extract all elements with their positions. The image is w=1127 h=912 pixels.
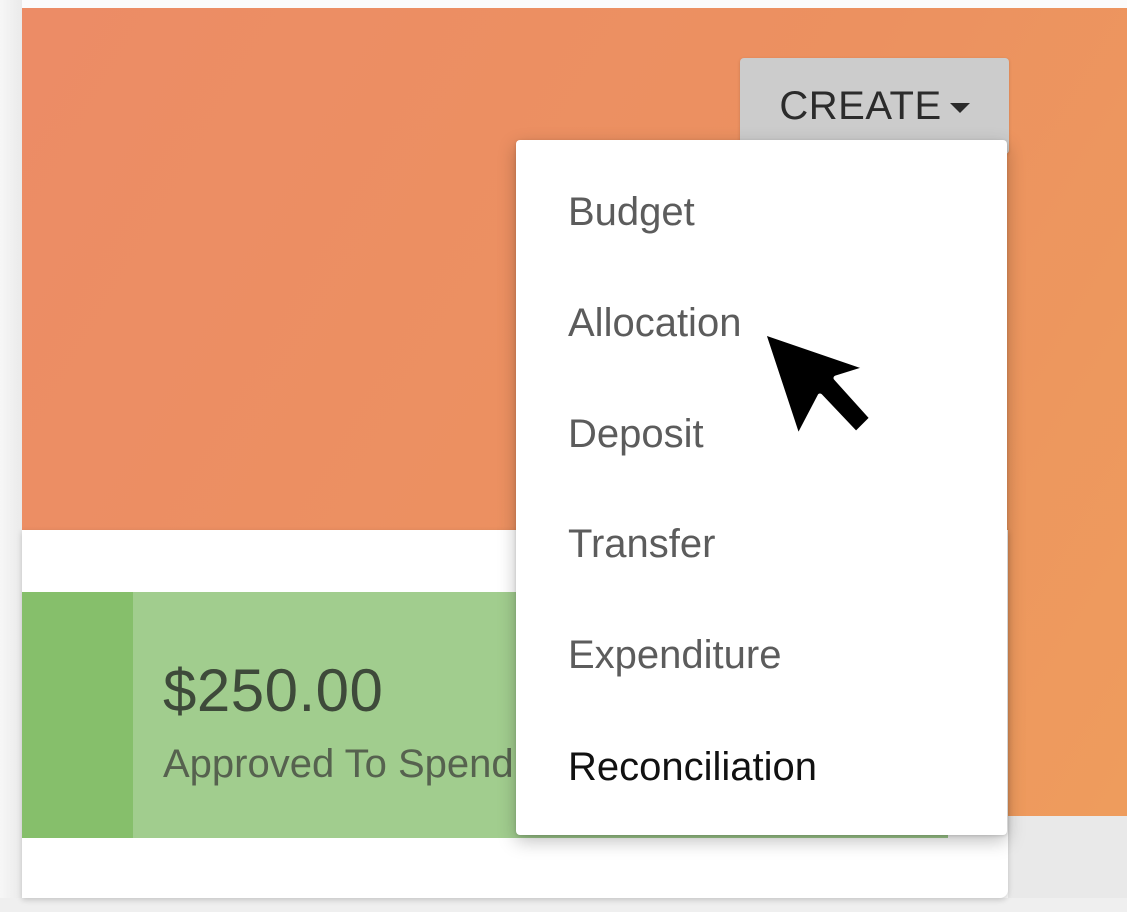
stat-accent-bar [22,592,133,838]
left-edge [0,0,22,912]
menu-item-transfer[interactable]: Transfer [568,514,715,574]
menu-item-deposit[interactable]: Deposit [568,404,704,464]
menu-item-expenditure[interactable]: Expenditure [568,625,781,685]
create-dropdown-menu: Budget Allocation Deposit Transfer Expen… [516,140,1007,835]
menu-item-allocation[interactable]: Allocation [568,293,741,353]
approved-label: Approved To Spend [163,742,514,786]
menu-item-reconciliation[interactable]: Reconciliation [568,737,817,797]
menu-item-budget[interactable]: Budget [568,182,695,242]
create-button-label: CREATE [779,83,942,128]
bottom-edge [0,898,1127,912]
approved-amount: $250.00 [163,657,384,724]
caret-down-icon [949,103,970,113]
